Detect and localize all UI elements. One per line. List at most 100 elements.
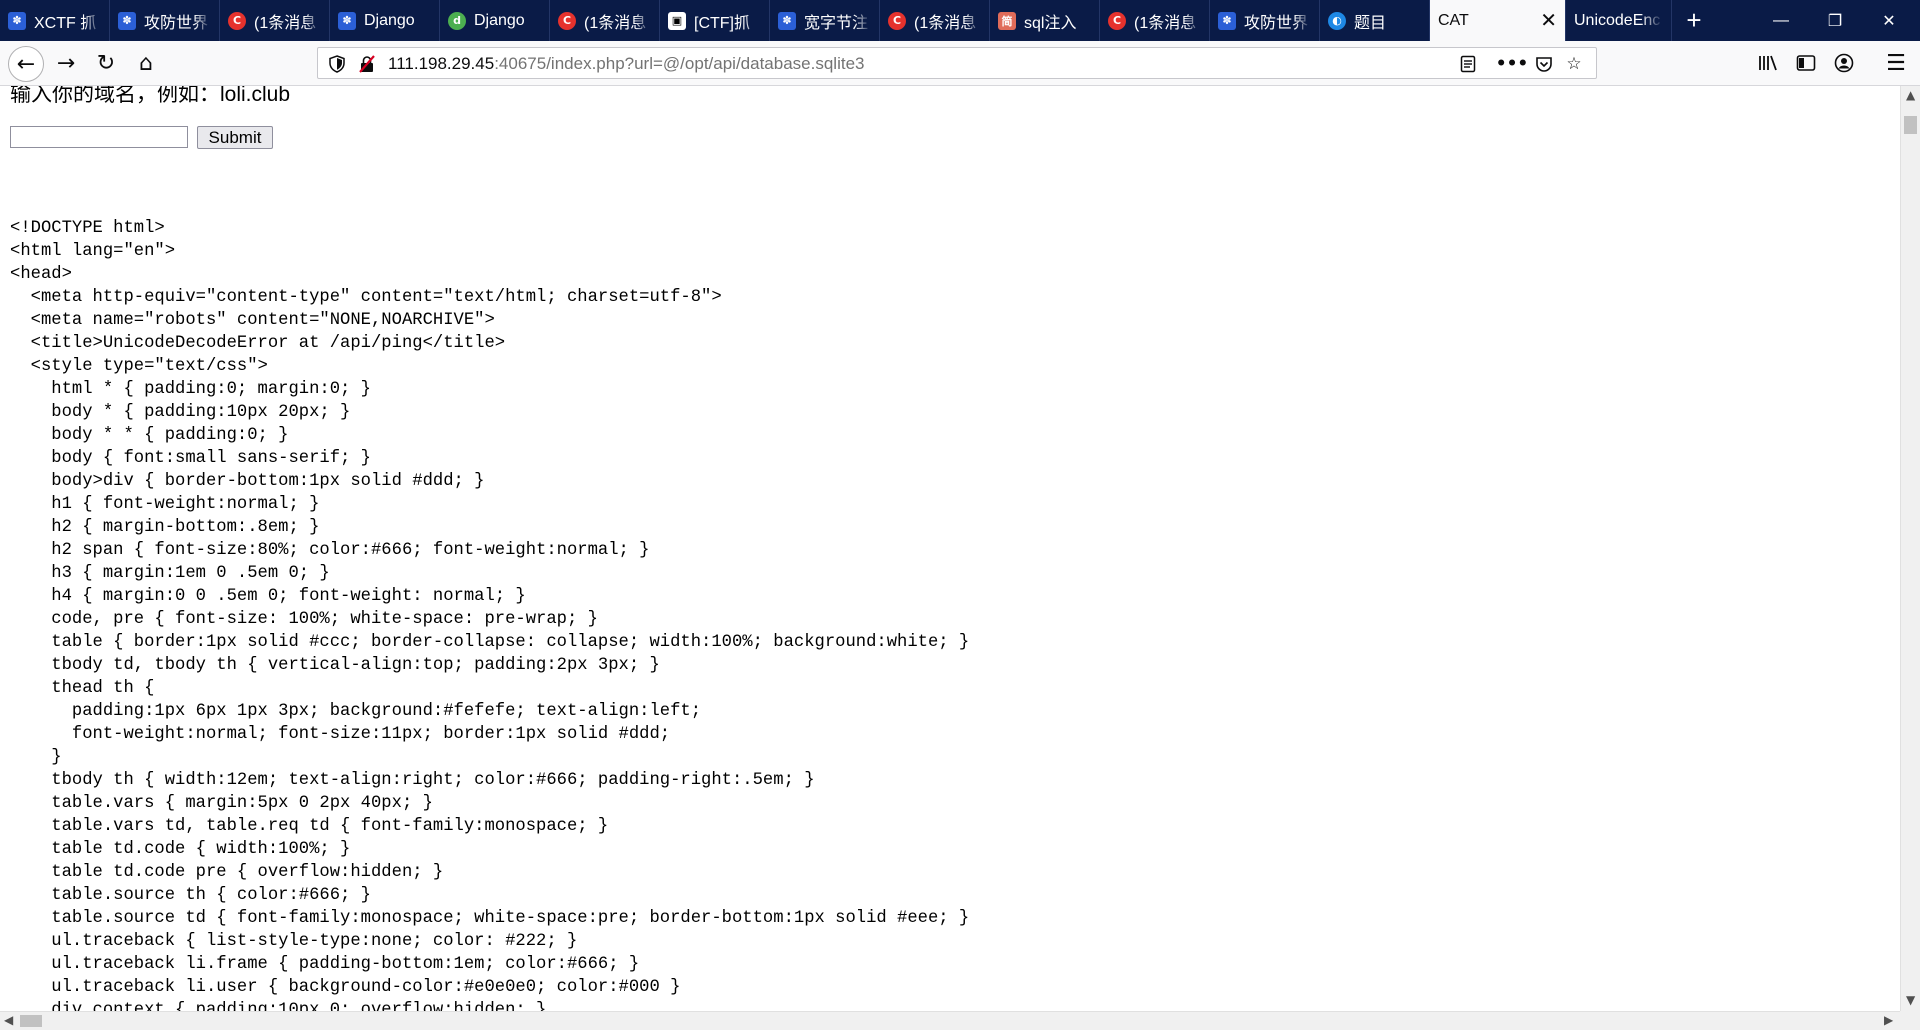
- tab-label: 题目: [1354, 14, 1387, 32]
- url-text[interactable]: 111.198.29.45:40675/index.php?url=@/opt/…: [388, 54, 864, 74]
- sidebar-icon[interactable]: [1790, 47, 1822, 79]
- menu-button[interactable]: ☰: [1880, 47, 1912, 79]
- source-line: ul.traceback { list-style-type:none; col…: [10, 932, 578, 951]
- tab-label: (1条消息: [1134, 14, 1197, 32]
- tab-7[interactable]: ✽ 宽字节注: [770, 0, 880, 41]
- tab-0[interactable]: ✽ XCTF 抓: [0, 0, 110, 41]
- source-line: <!DOCTYPE html>: [10, 219, 165, 238]
- account-icon[interactable]: [1828, 47, 1860, 79]
- jianshu-icon: 简: [998, 11, 1016, 30]
- vertical-scrollbar[interactable]: ▲ ▼: [1900, 86, 1920, 1011]
- source-line: table td.code { width:100%; }: [10, 840, 351, 859]
- tab-6[interactable]: ▣ [CTF]抓: [660, 0, 770, 41]
- tab-11[interactable]: ✽ 攻防世界: [1210, 0, 1320, 41]
- tab-label: (1条消息: [254, 14, 317, 32]
- source-line: }: [10, 748, 62, 767]
- source-line: table td.code pre { overflow:hidden; }: [10, 863, 444, 882]
- domain-input[interactable]: [10, 126, 188, 148]
- shield-icon[interactable]: [324, 51, 350, 77]
- tabs-container: ✽ XCTF 抓 ✽ 攻防世界 C (1条消息 ✽ Django d Django C (1条消息 ▣[…: [0, 0, 1430, 41]
- source-line: padding:1px 6px 1px 3px; background:#fef…: [10, 702, 702, 721]
- paw-icon: ✽: [778, 11, 796, 30]
- tab-10[interactable]: C (1条消息: [1100, 0, 1210, 41]
- tab-5[interactable]: C (1条消息: [550, 0, 660, 41]
- domain-prompt: 输入你的域名，例如：loli.club: [10, 86, 291, 106]
- horizontal-scrollbar[interactable]: ◀ ▶: [0, 1011, 1900, 1030]
- tab-label: 攻防世界: [1244, 14, 1309, 32]
- tab-2[interactable]: C (1条消息: [220, 0, 330, 41]
- horizontal-scroll-thumb[interactable]: [20, 1015, 42, 1027]
- back-button[interactable]: ←: [8, 46, 44, 82]
- tab-label: UnicodeEnc: [1574, 11, 1661, 29]
- source-line: div.context { padding:10px 0; overflow:h…: [10, 1001, 547, 1011]
- scroll-right-icon[interactable]: ▶: [1884, 1013, 1893, 1027]
- response-source: <!DOCTYPE html> <html lang="en"> <head> <m…: [10, 217, 969, 1011]
- source-line: h1 { font-weight:normal; }: [10, 495, 320, 514]
- tab-12[interactable]: ◐ 题目: [1320, 0, 1430, 41]
- ctf-icon: ▣: [668, 11, 686, 30]
- page-content: 输入你的域名，例如：loli.club Submit <!DOCTYPE htm…: [0, 86, 1900, 1011]
- tab-1[interactable]: ✽ 攻防世界: [110, 0, 220, 41]
- url-path: :40675/index.php?url=@/opt/api/database.…: [494, 54, 865, 73]
- window-close-button[interactable]: ✕: [1866, 0, 1912, 41]
- tab-label: Django: [364, 11, 415, 29]
- tab-label: 攻防世界: [144, 14, 209, 32]
- django-icon: d: [448, 11, 466, 30]
- source-line: tbody th { width:12em; text-align:right;…: [10, 771, 815, 790]
- tab-4[interactable]: d Django: [440, 0, 550, 41]
- source-line: body * * { padding:0; }: [10, 426, 289, 445]
- submit-button[interactable]: Submit: [197, 126, 273, 149]
- source-line: <style type="text/css">: [10, 357, 268, 376]
- scroll-left-icon[interactable]: ◀: [4, 1013, 13, 1027]
- tab-9[interactable]: 简 sql注入: [990, 0, 1100, 41]
- address-bar[interactable]: 111.198.29.45:40675/index.php?url=@/opt/…: [317, 47, 1597, 79]
- forward-button[interactable]: →: [50, 47, 82, 79]
- page-actions-icon[interactable]: •••: [1496, 51, 1529, 77]
- source-line: h2 { margin-bottom:.8em; }: [10, 518, 320, 537]
- tab-3[interactable]: ✽ Django: [330, 0, 440, 41]
- bookmark-star-icon[interactable]: ☆: [1561, 51, 1587, 77]
- reload-button[interactable]: ↻: [90, 47, 122, 79]
- source-line: code, pre { font-size: 100%; white-space…: [10, 610, 598, 629]
- source-line: font-weight:normal; font-size:11px; bord…: [10, 725, 671, 744]
- new-tab-button[interactable]: +: [1672, 0, 1716, 41]
- home-button[interactable]: ⌂: [130, 47, 162, 79]
- source-line: table.source th { color:#666; }: [10, 886, 371, 905]
- pocket-icon[interactable]: [1531, 51, 1557, 77]
- source-line: ul.traceback li.user { background-color:…: [10, 978, 681, 997]
- source-line: <meta name="robots" content="NONE,NOARCH…: [10, 311, 495, 330]
- paw-icon: ✽: [338, 11, 356, 30]
- tab-label: (1条消息: [914, 14, 977, 32]
- scrollbar-corner: [1900, 1011, 1920, 1030]
- tab-label: 宽字节注: [804, 14, 869, 32]
- source-line: table.source td { font-family:monospace;…: [10, 909, 970, 928]
- source-line: <html lang="en">: [10, 242, 176, 261]
- close-tab-icon[interactable]: ✕: [1540, 11, 1557, 31]
- tab-active-cat[interactable]: CAT ✕: [1430, 0, 1566, 41]
- tab-label: XCTF 抓: [34, 14, 97, 32]
- tab-label: CAT: [1438, 11, 1469, 29]
- scroll-up-icon[interactable]: ▲: [1906, 88, 1915, 102]
- library-icon[interactable]: [1752, 47, 1784, 79]
- source-line: <meta http-equiv="content-type" content=…: [10, 288, 722, 307]
- source-line: h4 { margin:0 0 .5em 0; font-weight: nor…: [10, 587, 526, 606]
- vertical-scroll-thumb[interactable]: [1904, 116, 1917, 134]
- paw-icon: ✽: [118, 11, 136, 30]
- tab-unicodeenc[interactable]: UnicodeEnc: [1566, 0, 1672, 41]
- restore-button[interactable]: ❐: [1812, 0, 1858, 41]
- source-line: thead th {: [10, 679, 155, 698]
- reader-view-icon[interactable]: [1455, 51, 1481, 77]
- source-line: body { font:small sans-serif; }: [10, 449, 371, 468]
- tab-label: sql注入: [1024, 14, 1077, 32]
- insecure-lock-icon[interactable]: [354, 51, 380, 77]
- minimize-button[interactable]: —: [1758, 0, 1804, 41]
- scroll-down-icon[interactable]: ▼: [1906, 993, 1915, 1007]
- tab-8[interactable]: C (1条消息: [880, 0, 990, 41]
- paw-icon: ✽: [1218, 11, 1236, 30]
- source-line: ul.traceback li.frame { padding-bottom:1…: [10, 955, 640, 974]
- csdn-c-icon: C: [228, 11, 246, 30]
- url-host: 111.198.29.45: [388, 54, 495, 73]
- source-line: body>div { border-bottom:1px solid #ddd;…: [10, 472, 485, 491]
- tab-label: (1条消息: [584, 14, 647, 32]
- source-line: table { border:1px solid #ccc; border-co…: [10, 633, 970, 652]
